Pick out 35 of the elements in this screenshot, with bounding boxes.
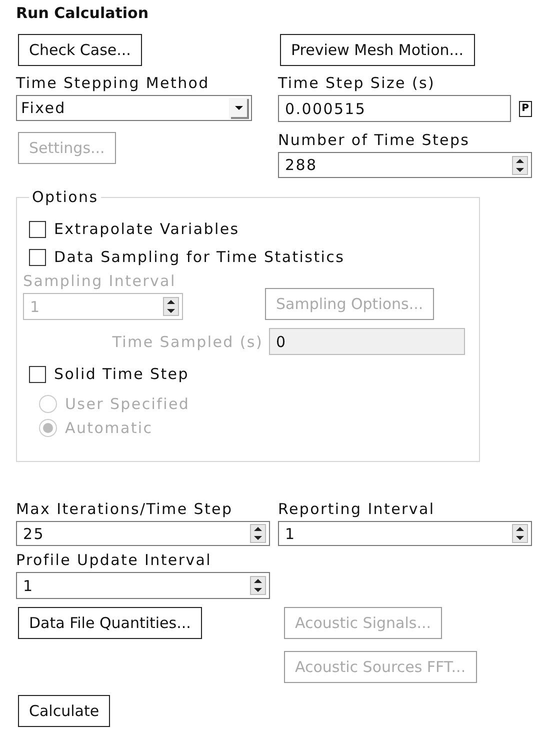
parameter-button[interactable]: P [518,100,532,116]
input-field[interactable]: 0.000515 [278,95,511,122]
spinner-arrows-icon[interactable] [512,524,528,543]
field-label: Time Stepping Method [16,74,210,92]
check-case-button[interactable]: Check Case... [18,34,142,66]
field-label: Time Sampled (s) [112,332,263,350]
calculate-button[interactable]: Calculate [18,695,110,727]
checkbox[interactable] [29,248,46,266]
field-label: Max Iterations/Time Step [16,500,234,518]
checkbox[interactable] [29,220,46,238]
spinner-arrows-icon[interactable] [250,576,266,595]
data-file-quantities-button[interactable]: Data File Quantities... [18,607,202,639]
spinner-arrows-icon[interactable] [250,524,266,543]
caret-icon [229,98,249,118]
preview-mesh-motion-button[interactable]: Preview Mesh Motion... [280,34,475,66]
radio-label: Automatic [65,419,153,437]
checkbox-label: Extrapolate Variables [54,220,240,238]
field-label: Reporting Interval [278,500,436,518]
checkbox-label: Solid Time Step [54,365,189,383]
checkbox-label: Data Sampling for Time Statistics [54,248,345,266]
number-field[interactable]: 25 [16,521,270,546]
dropdown[interactable]: Fixed [16,95,252,121]
field-label: Time Step Size (s) [278,74,436,92]
field-label: Profile Update Interval [16,551,213,569]
checkbox[interactable] [29,366,46,382]
number-field[interactable]: 1 [278,521,532,546]
field-label: Sampling Interval [23,272,177,290]
panel-title: Run Calculation [16,4,149,22]
number-field[interactable]: 288 [278,152,532,178]
radio-label: User Specified [65,395,190,413]
spinner-arrows-icon[interactable] [163,297,179,316]
field-label: Number of Time Steps [278,131,471,149]
group-title: Options [32,188,98,206]
spinner-arrows-icon[interactable] [512,156,528,174]
number-field[interactable]: 1 [16,572,270,599]
